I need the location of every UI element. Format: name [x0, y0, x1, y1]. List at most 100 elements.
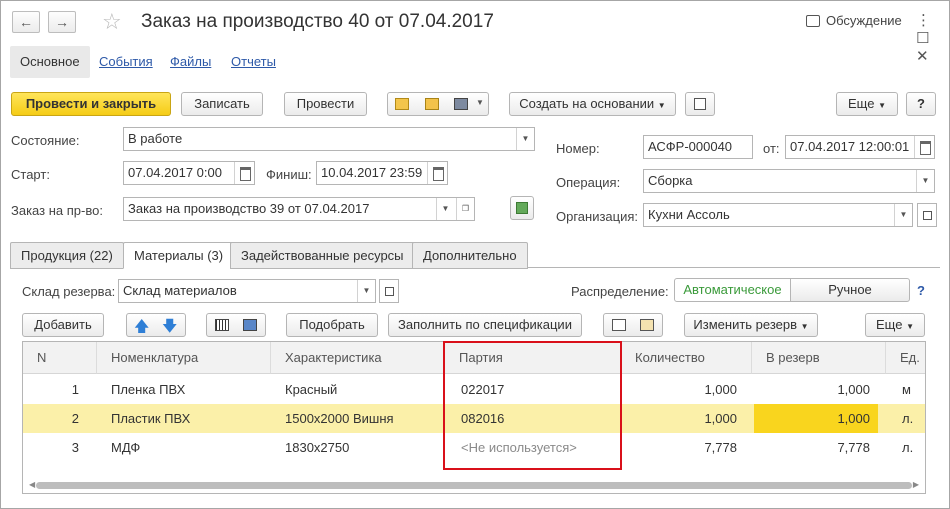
chevron-down-icon: ▼ — [878, 101, 886, 110]
post-button[interactable]: Провести — [284, 92, 367, 116]
barcode-icon[interactable] — [215, 319, 229, 331]
row-number: 3 — [71, 440, 79, 455]
table-more-button[interactable]: Еще ▼ — [865, 313, 925, 337]
tab-resources[interactable]: Задействованные ресурсы — [230, 242, 415, 269]
fill-icon — [516, 202, 528, 214]
tab-events[interactable]: События — [89, 46, 163, 78]
arrow-down-icon[interactable]: 🡇 — [162, 316, 177, 341]
row-characteristic: Красный — [285, 382, 338, 397]
more-button[interactable]: Еще ▼ — [836, 92, 898, 116]
date-value: 07.04.2017 12:00:01 — [790, 139, 910, 154]
tab-materials[interactable]: Материалы (3) — [123, 242, 235, 269]
operation-label: Операция: — [556, 175, 621, 190]
calendar-icon[interactable] — [234, 162, 254, 184]
copy-icon[interactable] — [612, 319, 626, 331]
chevron-down-icon[interactable]: ▼ — [436, 198, 454, 220]
chevron-down-icon[interactable]: ▼ — [476, 98, 484, 107]
forward-button[interactable]: → — [48, 11, 76, 33]
column-header-characteristic[interactable]: Характеристика — [271, 342, 445, 374]
paste-icon[interactable] — [640, 319, 654, 331]
organization-label: Организация: — [556, 209, 639, 224]
fill-by-spec-button[interactable]: Заполнить по спецификации — [388, 313, 582, 337]
chevron-down-icon[interactable]: ▼ — [894, 204, 912, 226]
calendar-icon[interactable] — [914, 136, 934, 158]
order-label: Заказ на пр-во: — [11, 203, 103, 218]
move-rows-group: 🡅 🡇 — [126, 313, 186, 337]
batch-column-highlight-box — [443, 341, 622, 470]
open-icon[interactable] — [917, 203, 937, 227]
row-reserve: 7,778 — [837, 440, 870, 455]
discussion-button[interactable]: Обсуждение — [806, 13, 902, 28]
distribution-manual-toggle[interactable]: Ручное — [790, 278, 910, 302]
distribution-auto-toggle[interactable]: Автоматическое — [674, 278, 791, 302]
column-header-n[interactable]: N — [23, 342, 97, 374]
number-field[interactable]: АСФР-000040 — [643, 135, 753, 159]
calendar-icon[interactable] — [427, 162, 447, 184]
pick-button[interactable]: Подобрать — [286, 313, 378, 337]
row-number: 2 — [71, 411, 79, 426]
sub-tabs: Продукция (22) Материалы (3) Задействова… — [10, 242, 940, 269]
chevron-down-icon[interactable]: ▼ — [916, 170, 934, 192]
start-label: Старт: — [11, 167, 50, 182]
row-unit: м — [902, 382, 911, 397]
order-value: Заказ на производство 39 от 07.04.2017 — [128, 201, 370, 216]
change-reserve-button[interactable]: Изменить резерв ▼ — [684, 313, 818, 337]
start-date-field[interactable]: 07.04.2017 0:00 — [123, 161, 255, 185]
save-button[interactable]: Записать — [181, 92, 263, 116]
row-quantity: 1,000 — [704, 382, 737, 397]
copy-paste-group — [603, 313, 663, 337]
distribution-help-link[interactable]: ? — [917, 283, 925, 298]
chat-icon — [806, 15, 820, 27]
chevron-down-icon: ▼ — [657, 101, 666, 110]
document-icon — [694, 98, 706, 110]
tab-reports[interactable]: Отчеты — [221, 46, 286, 78]
row-quantity: 7,778 — [704, 440, 737, 455]
tab-files[interactable]: Файлы — [160, 46, 221, 78]
data-collection-icon[interactable] — [243, 319, 257, 331]
arrow-up-icon[interactable]: 🡅 — [134, 316, 149, 341]
help-button[interactable]: ? — [906, 92, 936, 116]
back-button[interactable]: ← — [12, 11, 40, 33]
order-select[interactable]: Заказ на производство 39 от 07.04.2017 ▼… — [123, 197, 475, 221]
chevron-down-icon[interactable]: ▼ — [516, 128, 534, 150]
tab-main[interactable]: Основное — [10, 46, 90, 78]
organization-value: Кухни Ассоль — [648, 207, 730, 222]
add-button[interactable]: Добавить — [22, 313, 104, 337]
tab-products[interactable]: Продукция (22) — [10, 242, 124, 269]
scroll-right-icon[interactable]: ▶ — [913, 480, 919, 489]
post-and-close-button[interactable]: Провести и закрыть — [11, 92, 171, 116]
fill-from-order-button[interactable] — [510, 196, 534, 220]
distribution-label: Распределение: — [571, 284, 669, 299]
horizontal-scrollbar[interactable] — [36, 482, 912, 489]
open-icon[interactable]: ❐ — [456, 198, 474, 220]
favorite-star-icon[interactable]: ☆ — [102, 9, 122, 35]
table-more-label: Еще — [876, 317, 903, 332]
tab-additional[interactable]: Дополнительно — [412, 242, 528, 269]
create-based-on-button[interactable]: Создать на основании ▼ — [509, 92, 676, 116]
column-header-unit[interactable]: Ед. — [886, 342, 925, 374]
finish-label: Финиш: — [266, 167, 312, 182]
organization-select[interactable]: Кухни Ассоль ▼ — [643, 203, 913, 227]
open-icon[interactable] — [379, 279, 399, 303]
mail-icon[interactable] — [425, 98, 439, 110]
from-label: от: — [763, 141, 780, 156]
scroll-left-icon[interactable]: ◀ — [29, 480, 35, 489]
window-controls[interactable]: ⋮ ☐ ✕ — [916, 11, 950, 65]
report-icon[interactable] — [395, 98, 409, 110]
warehouse-select[interactable]: Склад материалов ▼ — [118, 279, 376, 303]
finish-date-field[interactable]: 10.04.2017 23:59 — [316, 161, 448, 185]
row-item: Пластик ПВХ — [111, 411, 191, 426]
printer-icon[interactable] — [454, 98, 468, 110]
row-reserve[interactable]: 1,000 — [752, 404, 870, 433]
column-header-item[interactable]: Номенклатура — [97, 342, 271, 374]
operation-select[interactable]: Сборка ▼ — [643, 169, 935, 193]
date-field[interactable]: 07.04.2017 12:00:01 — [785, 135, 935, 159]
column-header-quantity[interactable]: Количество — [621, 342, 752, 374]
row-unit: л. — [902, 440, 914, 455]
operation-value: Сборка — [648, 173, 693, 188]
chevron-down-icon[interactable]: ▼ — [357, 280, 375, 302]
row-item: Пленка ПВХ — [111, 382, 186, 397]
column-header-reserve[interactable]: В резерв — [752, 342, 886, 374]
structure-button[interactable] — [685, 92, 715, 116]
state-select[interactable]: В работе ▼ — [123, 127, 535, 151]
